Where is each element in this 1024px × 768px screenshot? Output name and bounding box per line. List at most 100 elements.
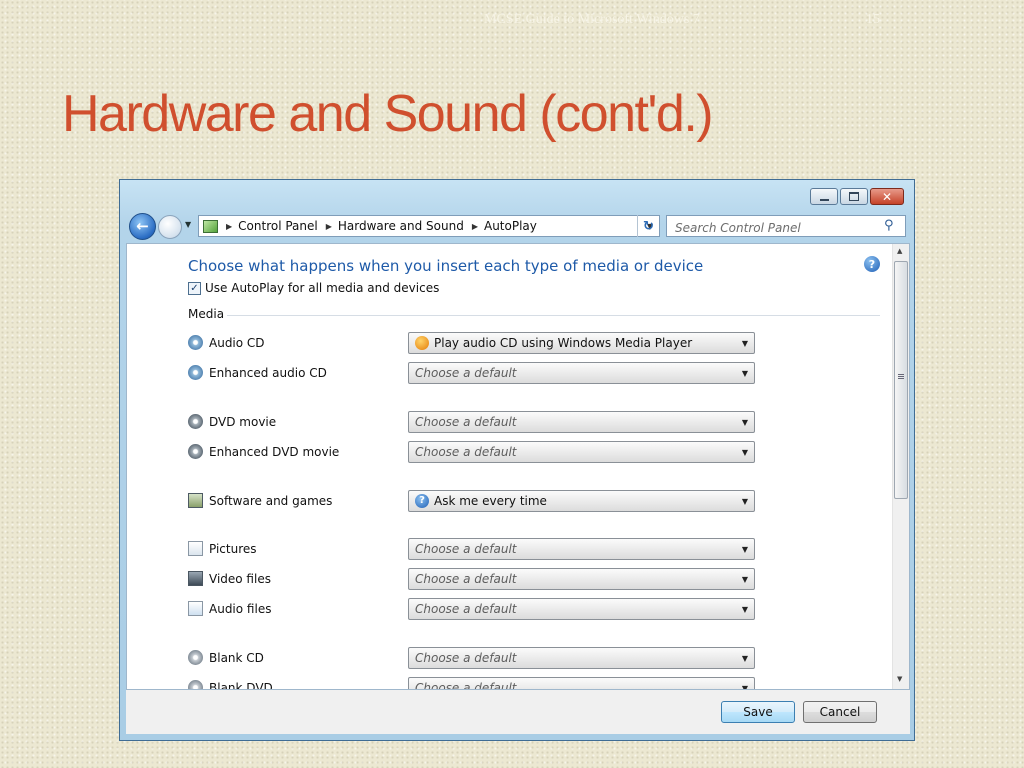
autoplay-action-select[interactable]: ? Ask me every time ▼ — [408, 490, 755, 512]
close-icon: ✕ — [881, 189, 893, 204]
help-icon[interactable]: ? — [864, 256, 880, 272]
autoplay-action-select[interactable]: Choose a default ▼ — [408, 538, 755, 560]
software-games-icon — [188, 493, 203, 508]
media-type-label: Pictures — [209, 541, 257, 556]
selected-action: Ask me every time — [434, 494, 547, 508]
scroll-up-arrow-icon[interactable]: ▲ — [897, 247, 902, 255]
breadcrumb-separator-icon[interactable]: ▶ — [472, 222, 478, 231]
maximize-icon — [849, 192, 859, 201]
use-autoplay-label: Use AutoPlay for all media and devices — [205, 281, 440, 295]
blank-cd-icon — [188, 650, 203, 665]
breadcrumb-separator-icon[interactable]: ▶ — [226, 222, 232, 231]
media-row-label: DVD movie — [188, 414, 276, 429]
autoplay-action-select[interactable]: Choose a default ▼ — [408, 568, 755, 590]
scroll-grip-icon — [898, 374, 904, 375]
autoplay-action-select[interactable]: Choose a default ▼ — [408, 362, 755, 384]
selected-action: Choose a default — [415, 445, 517, 459]
refresh-button[interactable]: ↻ — [637, 215, 659, 237]
search-input[interactable] — [666, 215, 906, 237]
forward-button[interactable] — [158, 215, 182, 239]
video-files-icon — [188, 571, 203, 586]
media-row-label: Audio CD — [188, 335, 265, 350]
media-type-label: Enhanced audio CD — [209, 365, 327, 380]
scroll-down-arrow-icon[interactable]: ▼ — [897, 675, 902, 683]
chevron-down-icon: ▼ — [741, 368, 748, 378]
minimize-icon — [819, 198, 829, 201]
vertical-scrollbar[interactable]: ▲ ▼ — [892, 244, 909, 689]
autoplay-action-select[interactable]: Play audio CD using Windows Media Player… — [408, 332, 755, 354]
media-type-label: Software and games — [209, 493, 333, 508]
media-row-label: Blank DVD — [188, 680, 273, 690]
media-type-label: DVD movie — [209, 414, 277, 429]
chevron-down-icon: ▼ — [741, 574, 748, 584]
media-row-label: Blank CD — [188, 650, 264, 665]
autoplay-action-select[interactable]: Choose a default ▼ — [408, 647, 755, 669]
media-type-label: Blank CD — [209, 650, 264, 665]
section-divider — [227, 315, 880, 316]
chevron-down-icon: ▼ — [741, 338, 748, 348]
question-mark-icon: ? — [415, 494, 429, 508]
autoplay-action-select[interactable]: Choose a default ▼ — [408, 677, 755, 690]
media-section-label: Media — [188, 307, 225, 321]
enhanced-dvd-movie-icon — [188, 444, 203, 459]
minimize-button[interactable] — [810, 188, 838, 205]
recent-pages-dropdown-icon[interactable]: ▼ — [185, 220, 191, 229]
control-panel-icon — [203, 219, 218, 233]
selected-action: Choose a default — [415, 651, 517, 665]
breadcrumb-separator-icon[interactable]: ▶ — [326, 222, 332, 231]
maximize-button[interactable] — [840, 188, 868, 205]
use-autoplay-option[interactable]: ✓ Use AutoPlay for all media and devices — [188, 281, 439, 295]
page-heading: Choose what happens when you insert each… — [188, 257, 704, 275]
audio-cd-icon — [188, 335, 203, 350]
media-row-label: Enhanced DVD movie — [188, 444, 339, 459]
enhanced-audio-cd-icon — [188, 365, 203, 380]
breadcrumb-hardware-and-sound[interactable]: Hardware and Sound — [338, 219, 464, 233]
autoplay-action-select[interactable]: Choose a default ▼ — [408, 411, 755, 433]
media-row-label: Software and games — [188, 493, 332, 508]
autoplay-window: ✕ ← ▼ ▶ Control Panel ▶ Hardware and Sou… — [119, 179, 915, 741]
search-icon[interactable]: ⚲ — [884, 218, 894, 233]
back-button[interactable]: ← — [129, 213, 156, 240]
audio-files-icon — [188, 601, 203, 616]
media-row-label: Pictures — [188, 541, 257, 556]
selected-action: Choose a default — [415, 366, 517, 380]
media-type-label: Video files — [209, 571, 271, 586]
caption-buttons: ✕ — [810, 188, 904, 205]
media-type-label: Audio CD — [209, 335, 265, 350]
chevron-down-icon: ▼ — [741, 604, 748, 614]
slide-header: MCSE Guide to Microsoft Windows 7 — [484, 12, 700, 27]
scroll-thumb[interactable] — [894, 261, 908, 499]
cancel-button[interactable]: Cancel — [803, 701, 877, 723]
use-autoplay-checkbox[interactable]: ✓ — [188, 281, 201, 295]
dialog-footer: Save Cancel — [126, 690, 910, 734]
address-bar[interactable]: ▶ Control Panel ▶ Hardware and Sound ▶ A… — [198, 215, 660, 237]
selected-action: Choose a default — [415, 681, 517, 690]
back-arrow-icon: ← — [136, 216, 149, 235]
pictures-icon — [188, 541, 203, 556]
breadcrumb-autoplay[interactable]: AutoPlay — [484, 219, 537, 233]
chevron-down-icon: ▼ — [741, 447, 748, 457]
save-button[interactable]: Save — [721, 701, 795, 723]
media-type-label: Blank DVD — [209, 680, 273, 690]
media-row-label: Audio files — [188, 601, 271, 616]
content-pane: Choose what happens when you insert each… — [126, 243, 910, 690]
media-type-label: Enhanced DVD movie — [209, 444, 340, 459]
close-button[interactable]: ✕ — [870, 188, 904, 205]
chevron-down-icon: ▼ — [741, 653, 748, 663]
dvd-movie-icon — [188, 414, 203, 429]
chevron-down-icon: ▼ — [741, 417, 748, 427]
media-row-label: Enhanced audio CD — [188, 365, 327, 380]
breadcrumb-control-panel[interactable]: Control Panel — [238, 219, 318, 233]
autoplay-action-select[interactable]: Choose a default ▼ — [408, 598, 755, 620]
chevron-down-icon: ▼ — [741, 544, 748, 554]
selected-action: Choose a default — [415, 542, 517, 556]
media-type-label: Audio files — [209, 601, 272, 616]
windows-media-player-icon — [415, 336, 429, 350]
chevron-down-icon: ▼ — [741, 496, 748, 506]
slide-title: Hardware and Sound (cont'd.) — [62, 85, 714, 143]
slide-number: 15 — [866, 12, 880, 27]
selected-action: Choose a default — [415, 602, 517, 616]
autoplay-action-select[interactable]: Choose a default ▼ — [408, 441, 755, 463]
refresh-icon: ↻ — [643, 218, 654, 234]
selected-action: Play audio CD using Windows Media Player — [434, 336, 693, 350]
